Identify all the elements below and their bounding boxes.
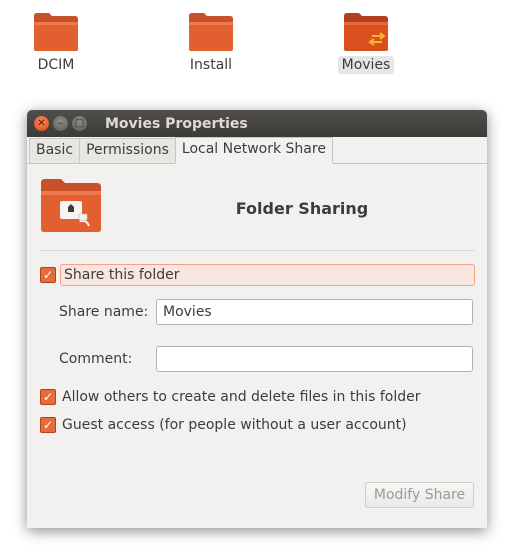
modify-share-button[interactable]: Modify Share	[365, 482, 474, 508]
tab-basic[interactable]: Basic	[29, 138, 81, 163]
desktop-folder-movies[interactable]: Movies	[321, 10, 411, 74]
comment-input[interactable]	[156, 346, 473, 372]
desktop-label-movies: Movies	[337, 56, 395, 74]
check-icon: ✓	[42, 268, 54, 282]
check-icon: ✓	[42, 390, 54, 404]
tab-bar: Basic Permissions Local Network Share	[27, 137, 487, 164]
share-folder-label-box[interactable]: Share this folder	[60, 264, 475, 286]
comment-row: Comment:	[59, 346, 473, 372]
close-icon: ✕	[37, 117, 46, 129]
guest-access-row[interactable]: ✓ Guest access (for people without a use…	[40, 417, 407, 433]
share-name-value: Movies	[163, 304, 212, 320]
comment-label: Comment:	[59, 351, 133, 367]
shared-folder-icon	[41, 179, 101, 232]
share-folder-row[interactable]: ✓ Share this folder	[40, 264, 475, 286]
folder-icon	[189, 13, 233, 51]
allow-others-checkbox[interactable]: ✓	[40, 389, 56, 405]
minimize-icon: –	[58, 117, 63, 129]
window-title: Movies Properties	[105, 115, 248, 132]
tab-content: Folder Sharing ✓ Share this folder Share…	[27, 164, 487, 528]
shared-folder-icon	[344, 13, 388, 51]
tab-local-network-share[interactable]: Local Network Share	[174, 137, 333, 164]
guest-access-label: Guest access (for people without a user …	[62, 417, 407, 433]
share-name-input[interactable]: Movies	[156, 299, 473, 325]
folder-icon	[34, 13, 78, 51]
titlebar[interactable]: ✕ – □ Movies Properties	[27, 110, 487, 137]
share-folder-checkbox[interactable]: ✓	[40, 267, 56, 283]
allow-others-label: Allow others to create and delete files …	[62, 389, 421, 405]
check-icon: ✓	[42, 418, 54, 432]
share-folder-label: Share this folder	[64, 267, 180, 283]
desktop-folder-install[interactable]: Install	[166, 10, 256, 74]
properties-window: ✕ – □ Movies Properties Basic Permission…	[27, 110, 487, 528]
guest-access-checkbox[interactable]: ✓	[40, 417, 56, 433]
section-heading: Folder Sharing	[235, 199, 369, 218]
allow-others-row[interactable]: ✓ Allow others to create and delete file…	[40, 389, 421, 405]
desktop-label-install: Install	[189, 57, 233, 73]
close-button[interactable]: ✕	[34, 116, 49, 131]
desktop-folder-dcim[interactable]: DCIM	[11, 10, 101, 74]
share-name-label: Share name:	[59, 304, 149, 320]
minimize-button[interactable]: –	[53, 116, 68, 131]
share-name-row: Share name: Movies	[59, 299, 473, 325]
maximize-button[interactable]: □	[72, 116, 87, 131]
tab-permissions[interactable]: Permissions	[79, 138, 176, 163]
separator	[39, 250, 475, 251]
desktop-label-dcim: DCIM	[37, 57, 75, 73]
maximize-icon: □	[74, 117, 85, 129]
